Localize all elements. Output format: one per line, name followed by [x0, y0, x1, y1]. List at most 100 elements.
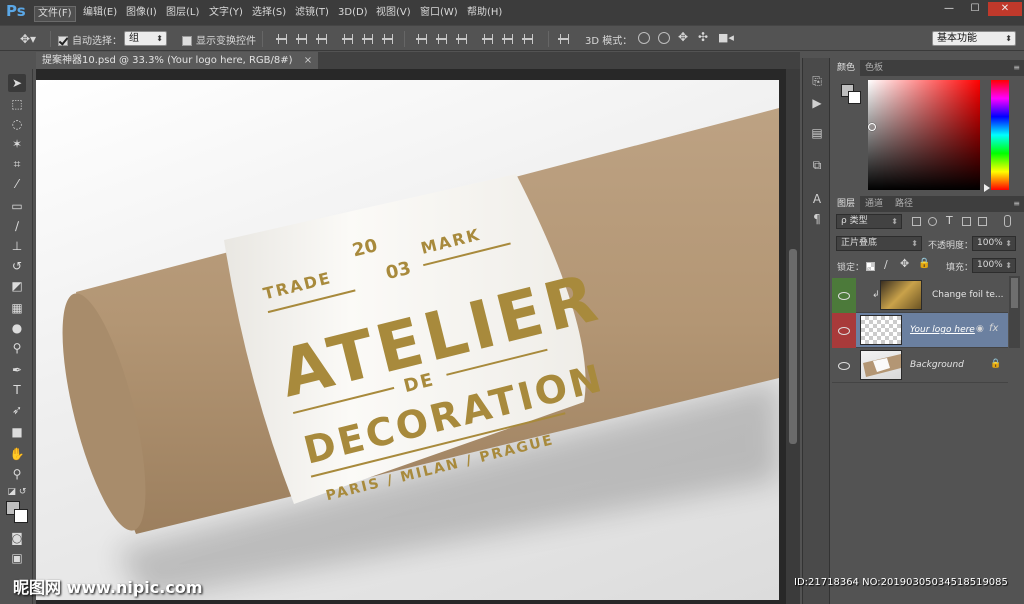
tab-channels[interactable]: 通道 [860, 196, 888, 212]
filter-smart-object-icon[interactable] [978, 217, 987, 226]
layer-filter-dropdown[interactable]: ρ 类型 [836, 214, 902, 229]
menu-help[interactable]: 帮助(H) [464, 6, 505, 22]
3d-roll-icon[interactable] [658, 32, 670, 44]
rectangle-tool-icon[interactable]: ■ [8, 423, 26, 441]
visibility-eye-icon[interactable] [832, 278, 856, 313]
hue-slider[interactable] [991, 80, 1009, 190]
brush-presets-icon[interactable]: ⧉ [810, 158, 824, 172]
magic-wand-icon[interactable]: ✶ [8, 135, 26, 153]
align-vcenter-icon[interactable] [296, 33, 307, 45]
auto-select-checkbox[interactable]: 自动选择： [58, 32, 122, 47]
eyedropper-tool-icon[interactable]: ⁄ [8, 175, 26, 193]
distribute-hcenter-icon[interactable] [502, 33, 513, 45]
path-selection-icon[interactable]: ➶ [8, 401, 26, 419]
menu-3d[interactable]: 3D(D) [335, 6, 371, 22]
lasso-tool-icon[interactable]: ◌ [8, 115, 26, 133]
hand-tool-icon[interactable]: ✋ [8, 445, 26, 463]
layer-row[interactable]: ↲ Change foil te... [832, 278, 1008, 313]
lock-transparency-icon[interactable] [866, 262, 875, 271]
menu-edit[interactable]: 编辑(E) [80, 6, 120, 22]
scrollbar-thumb[interactable] [789, 249, 797, 444]
layer-name[interactable]: Change foil te... [932, 290, 1004, 300]
color-picker-cursor[interactable] [868, 123, 876, 131]
document-canvas[interactable]: TRADE 20 03 MARK ATELIER DE DECORATION P… [36, 80, 779, 600]
3d-drag-icon[interactable]: ✥ [678, 30, 688, 44]
move-tool-preset-icon[interactable]: ✥▾ [20, 32, 36, 46]
layer-name[interactable]: Background [910, 360, 964, 370]
align-bottom-icon[interactable] [316, 33, 327, 45]
paragraph-panel-icon[interactable]: ¶ [810, 212, 824, 226]
marquee-tool-icon[interactable]: ⬚ [8, 95, 26, 113]
distribute-bottom-icon[interactable] [456, 33, 467, 45]
workspace-dropdown[interactable]: 基本功能 [932, 31, 1016, 46]
opacity-input[interactable]: 100% [972, 236, 1016, 251]
menu-image[interactable]: 图像(I) [123, 6, 160, 22]
quick-mask-icon[interactable]: ◙ [8, 529, 26, 547]
distribute-top-icon[interactable] [416, 33, 427, 45]
history-brush-icon[interactable]: ↺ [8, 257, 26, 275]
auto-align-icon[interactable] [558, 33, 569, 45]
menu-filter[interactable]: 滤镜(T) [292, 6, 332, 22]
minimize-button[interactable]: — [936, 2, 962, 16]
move-tool-icon[interactable]: ➤ [8, 74, 26, 92]
show-transform-checkbox[interactable]: 显示变换控件 [182, 32, 256, 47]
menu-layer[interactable]: 图层(L) [163, 6, 202, 22]
background-color-swatch[interactable] [14, 509, 28, 523]
actions-panel-icon[interactable]: ▶ [810, 96, 824, 110]
visibility-eye-icon[interactable] [832, 313, 856, 348]
close-button[interactable]: ✕ [988, 2, 1022, 16]
scrollbar-thumb[interactable] [1011, 278, 1018, 308]
visibility-eye-icon[interactable] [832, 348, 856, 383]
crop-tool-icon[interactable]: ⌗ [8, 155, 26, 173]
brush-tool-icon[interactable]: ∕ [8, 217, 26, 235]
distribute-left-icon[interactable] [482, 33, 493, 45]
canvas-area[interactable]: TRADE 20 03 MARK ATELIER DE DECORATION P… [36, 69, 786, 604]
panel-menu-icon[interactable]: ≡ [1013, 63, 1020, 72]
gradient-tool-icon[interactable]: ▦ [8, 299, 26, 317]
history-panel-icon[interactable]: ⎘ [810, 74, 824, 88]
tab-swatches[interactable]: 色板 [860, 60, 888, 76]
3d-rotate-icon[interactable] [638, 32, 650, 44]
menu-select[interactable]: 选择(S) [249, 6, 289, 22]
layer-row[interactable]: Background 🔒 [832, 348, 1008, 383]
zoom-tool-icon[interactable]: ⚲ [8, 465, 26, 483]
layers-scrollbar[interactable] [1009, 276, 1020, 348]
align-right-icon[interactable] [382, 33, 393, 45]
clone-stamp-icon[interactable]: ⊥ [8, 237, 26, 255]
align-left-icon[interactable] [342, 33, 353, 45]
document-tab[interactable]: 提案神器10.psd @ 33.3% (Your logo here, RGB/… [36, 52, 319, 69]
healing-brush-icon[interactable]: ▭ [8, 197, 26, 215]
filter-pixel-icon[interactable] [912, 217, 921, 226]
layer-row-selected[interactable]: Your logo here ◉ fx [832, 313, 1008, 348]
3d-scale-icon[interactable]: ■◂ [718, 31, 734, 44]
filter-adjustment-icon[interactable] [928, 217, 937, 226]
maximize-button[interactable]: ☐ [962, 2, 988, 16]
menu-file[interactable]: 文件(F) [34, 6, 76, 22]
type-tool-icon[interactable]: T [8, 381, 26, 399]
pen-tool-icon[interactable]: ✒ [8, 361, 26, 379]
close-tab-icon[interactable]: × [304, 55, 312, 66]
align-top-icon[interactable] [276, 33, 287, 45]
filter-type-icon[interactable]: T [946, 214, 953, 227]
distribute-right-icon[interactable] [522, 33, 533, 45]
dodge-tool-icon[interactable]: ⚲ [8, 339, 26, 357]
layer-fx-icon[interactable]: fx [989, 323, 998, 334]
eraser-tool-icon[interactable]: ◩ [8, 277, 26, 295]
3d-slide-icon[interactable]: ✣ [698, 30, 708, 44]
menu-view[interactable]: 视图(V) [373, 6, 414, 22]
color-panel-background-swatch[interactable] [848, 91, 861, 104]
align-hcenter-icon[interactable] [362, 33, 373, 45]
tab-paths[interactable]: 路径 [890, 196, 918, 212]
menu-window[interactable]: 窗口(W) [417, 6, 461, 22]
tab-layers[interactable]: 图层 [832, 196, 861, 212]
lock-pixels-icon[interactable]: ∕ [884, 258, 888, 271]
auto-select-dropdown[interactable]: 组 [124, 31, 167, 46]
filter-shape-icon[interactable] [962, 217, 971, 226]
menu-type[interactable]: 文字(Y) [206, 6, 246, 22]
canvas-vertical-scrollbar[interactable] [786, 69, 800, 604]
filter-toggle-icon[interactable] [1004, 215, 1011, 227]
lock-position-icon[interactable]: ✥ [900, 257, 909, 270]
blur-tool-icon[interactable]: ● [8, 319, 26, 337]
character-panel-icon[interactable]: A [810, 192, 824, 206]
distribute-vcenter-icon[interactable] [436, 33, 447, 45]
